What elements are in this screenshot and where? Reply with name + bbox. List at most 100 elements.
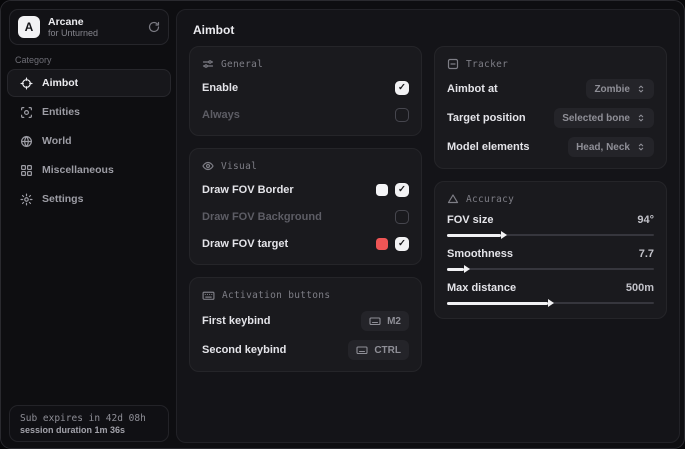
smoothness-value: 7.7 xyxy=(639,248,654,260)
setting-label: Second keybind xyxy=(202,344,286,356)
fov-size-slider[interactable] xyxy=(447,231,654,239)
setting-label: FOV size xyxy=(447,214,493,226)
setting-label: Draw FOV Border xyxy=(202,184,294,196)
setting-label: Model elements xyxy=(447,141,530,153)
slider-fill xyxy=(447,234,501,237)
cards-columns: General Enable Always xyxy=(177,46,679,372)
square-minus-icon xyxy=(447,58,459,70)
setting-row-smoothness: Smoothness 7.7 xyxy=(447,248,654,273)
target-position-select[interactable]: Selected bone xyxy=(554,108,654,128)
sliders-icon xyxy=(202,58,214,70)
select-value: Head, Neck xyxy=(576,142,630,153)
model-elements-select[interactable]: Head, Neck xyxy=(568,137,654,157)
sidebar-item-label: Entities xyxy=(42,106,80,118)
accuracy-card-header: Accuracy xyxy=(447,193,654,205)
refresh-icon[interactable] xyxy=(148,21,160,33)
general-card: General Enable Always xyxy=(189,46,422,136)
keybind-value: M2 xyxy=(387,316,401,327)
main-panel: Aimbot General Enable xyxy=(176,9,680,443)
general-card-header: General xyxy=(202,58,409,70)
visual-card: Visual Draw FOV Border Draw FOV Backgrou… xyxy=(189,148,422,265)
right-column: Tracker Aimbot at Zombie Target position xyxy=(434,46,667,319)
brand-subtitle: for Unturned xyxy=(48,28,140,38)
setting-label: Max distance xyxy=(447,282,516,294)
setting-label: Target position xyxy=(447,112,526,124)
enable-checkbox[interactable] xyxy=(395,81,409,95)
left-column: General Enable Always xyxy=(189,46,422,372)
activation-card: Activation buttons First keybind M2 Seco… xyxy=(189,277,422,372)
setting-label: Draw FOV target xyxy=(202,238,288,250)
setting-row-max-distance: Max distance 500m xyxy=(447,282,654,307)
card-header-label: Accuracy xyxy=(466,194,514,205)
globe-icon xyxy=(20,135,33,148)
keyboard-icon xyxy=(356,344,368,356)
fov-target-checkbox[interactable] xyxy=(395,237,409,251)
fov-border-checkbox[interactable] xyxy=(395,183,409,197)
sidebar-item-world[interactable]: World xyxy=(7,127,171,155)
card-header-label: Activation buttons xyxy=(222,290,330,301)
slider-fill xyxy=(447,268,464,271)
select-value: Selected bone xyxy=(562,113,630,124)
gear-icon xyxy=(20,193,33,206)
brand-name: Arcane xyxy=(48,16,140,28)
setting-row-target-position: Target position Selected bone xyxy=(447,108,654,128)
sidebar: A Arcane for Unturned Category Aimbot xyxy=(1,1,176,448)
sidebar-item-miscellaneous[interactable]: Miscellaneous xyxy=(7,156,171,184)
sidebar-item-label: Miscellaneous xyxy=(42,164,114,176)
keyboard-icon xyxy=(202,289,215,302)
brand-text: Arcane for Unturned xyxy=(48,16,140,38)
setting-label: First keybind xyxy=(202,315,270,327)
app-window: A Arcane for Unturned Category Aimbot xyxy=(0,0,685,449)
setting-label: Enable xyxy=(202,82,238,94)
setting-row-aimbot-at: Aimbot at Zombie xyxy=(447,79,654,99)
setting-row-fov-target: Draw FOV target xyxy=(202,235,409,253)
fov-border-color-swatch[interactable] xyxy=(376,184,388,196)
slider-track xyxy=(447,268,654,270)
setting-row-model-elements: Model elements Head, Neck xyxy=(447,137,654,157)
entities-icon xyxy=(20,106,33,119)
max-distance-slider[interactable] xyxy=(447,299,654,307)
tracker-card-header: Tracker xyxy=(447,58,654,70)
sidebar-item-label: World xyxy=(42,135,72,147)
setting-row-always: Always xyxy=(202,106,409,124)
fov-target-color-swatch[interactable] xyxy=(376,238,388,250)
session-duration-text: session duration 1m 36s xyxy=(20,425,158,435)
setting-row-fov-border: Draw FOV Border xyxy=(202,181,409,199)
smoothness-slider[interactable] xyxy=(447,265,654,273)
setting-label: Smoothness xyxy=(447,248,513,260)
eye-icon xyxy=(202,160,214,172)
select-value: Zombie xyxy=(594,84,630,95)
setting-label: Draw FOV Background xyxy=(202,211,322,223)
card-header-label: Visual xyxy=(221,161,257,172)
setting-row-fov-size: FOV size 94° xyxy=(447,214,654,239)
sidebar-item-label: Settings xyxy=(42,193,83,205)
setting-row-enable: Enable xyxy=(202,79,409,97)
sidebar-item-settings[interactable]: Settings xyxy=(7,185,171,213)
setting-row-first-keybind: First keybind M2 xyxy=(202,311,409,331)
aimbot-at-select[interactable]: Zombie xyxy=(586,79,654,99)
setting-label: Always xyxy=(202,109,240,121)
brand-avatar: A xyxy=(18,16,40,38)
always-checkbox[interactable] xyxy=(395,108,409,122)
fov-size-value: 94° xyxy=(637,214,654,226)
setting-label: Aimbot at xyxy=(447,83,498,95)
chevrons-up-down-icon xyxy=(636,142,646,152)
first-keybind-button[interactable]: M2 xyxy=(361,311,409,331)
sidebar-item-entities[interactable]: Entities xyxy=(7,98,171,126)
subscription-info-card: Sub expires in 42d 08h session duration … xyxy=(9,405,169,442)
grid-icon xyxy=(20,164,33,177)
second-keybind-button[interactable]: CTRL xyxy=(348,340,409,360)
chevrons-up-down-icon xyxy=(636,84,646,94)
sidebar-item-aimbot[interactable]: Aimbot xyxy=(7,69,171,97)
page-title: Aimbot xyxy=(177,10,679,46)
triangle-icon xyxy=(447,193,459,205)
fov-background-checkbox[interactable] xyxy=(395,210,409,224)
max-distance-value: 500m xyxy=(626,282,654,294)
chevrons-up-down-icon xyxy=(636,113,646,123)
card-header-label: Tracker xyxy=(466,59,508,70)
sidebar-item-label: Aimbot xyxy=(42,77,78,89)
keyboard-icon xyxy=(369,315,381,327)
sub-expires-text: Sub expires in 42d 08h xyxy=(20,413,158,424)
keybind-value: CTRL xyxy=(374,345,401,356)
crosshair-icon xyxy=(20,77,33,90)
